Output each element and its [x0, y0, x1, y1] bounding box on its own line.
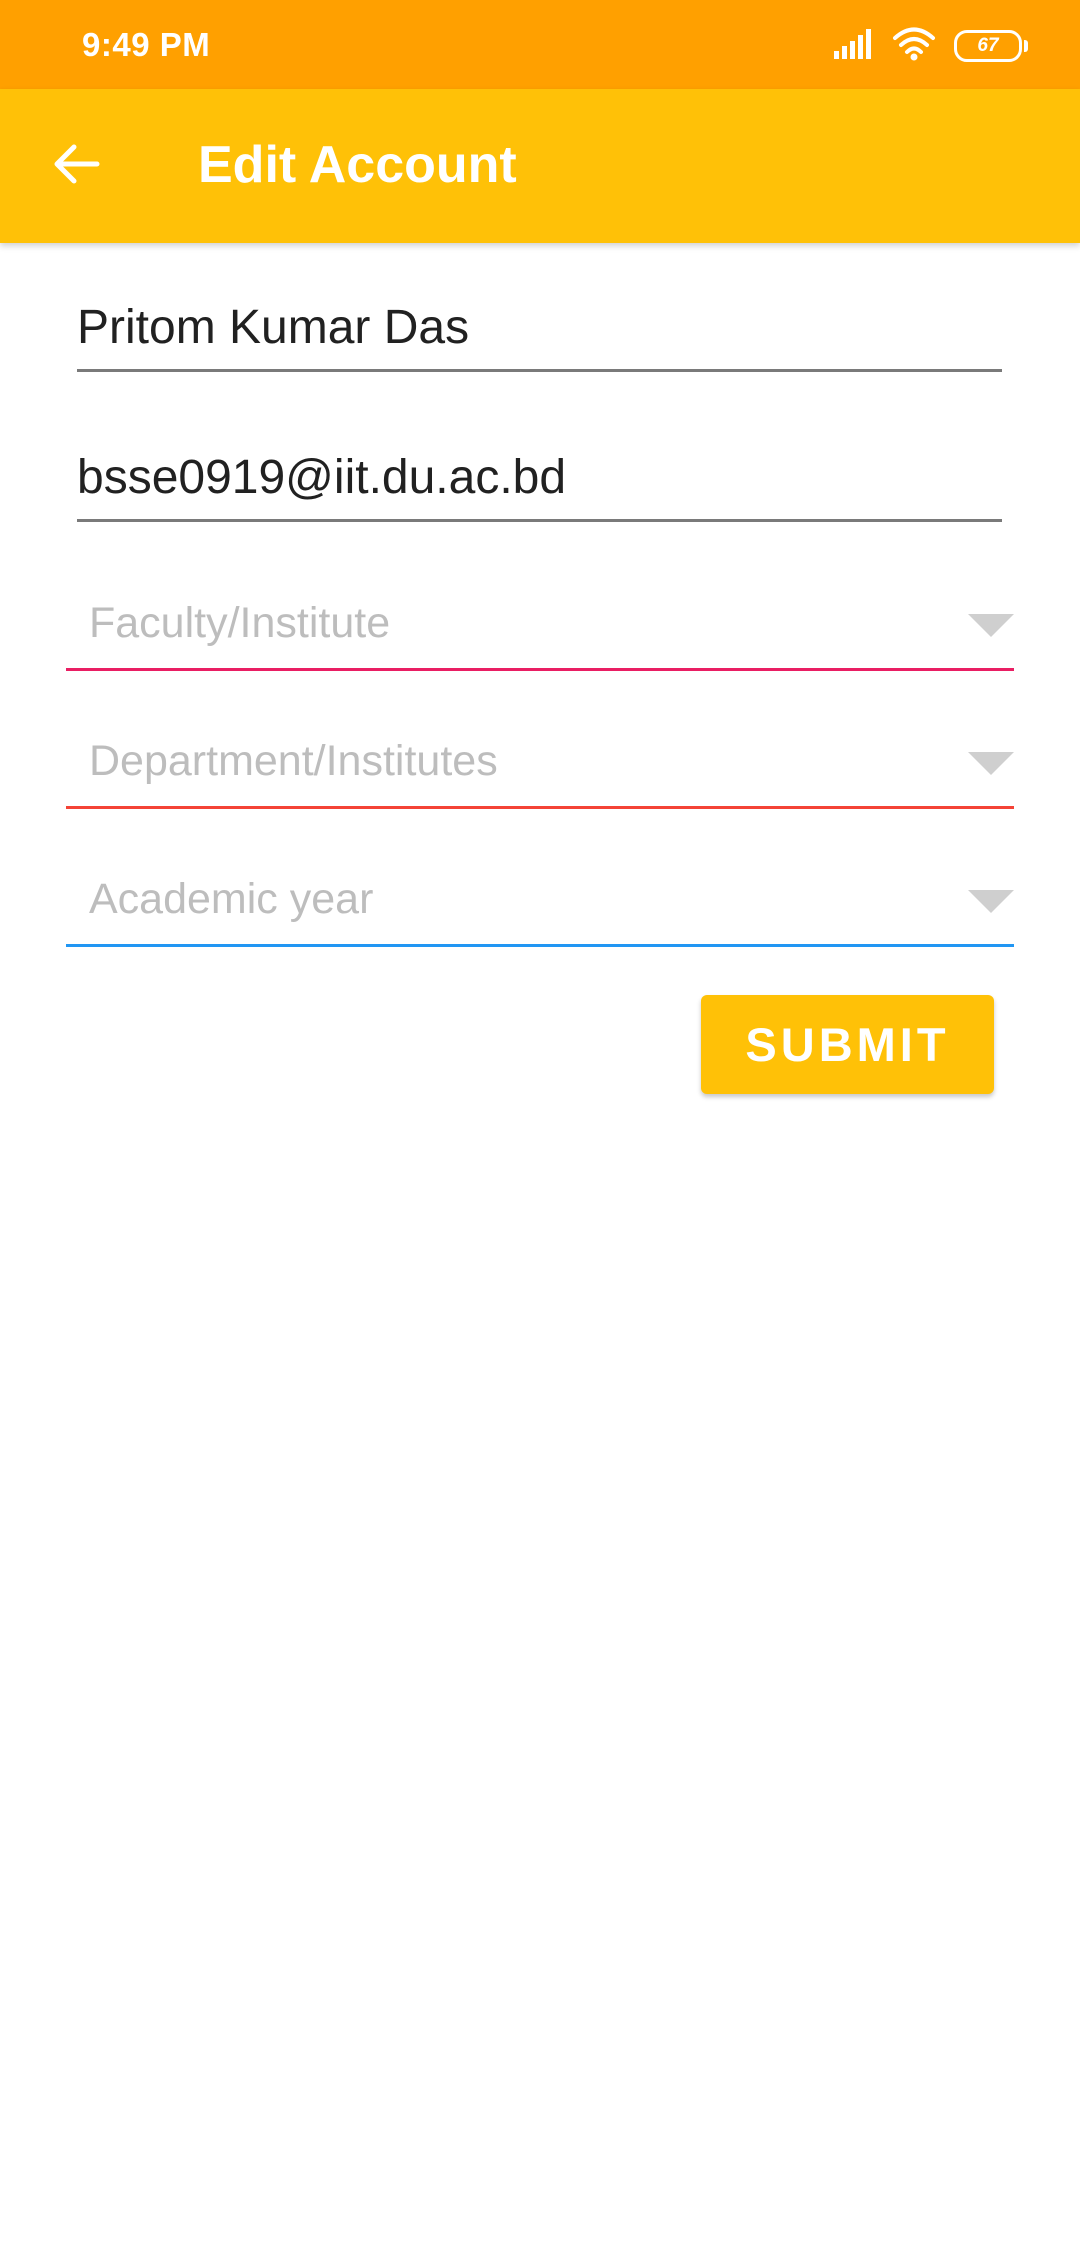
signal-icon [832, 28, 874, 64]
department-dropdown[interactable]: Department/Institutes [66, 709, 1014, 809]
submit-button[interactable]: SUBMIT [701, 995, 994, 1094]
status-bar: 9:49 PM 67 [0, 0, 1080, 89]
faculty-institute-placeholder: Faculty/Institute [89, 599, 391, 647]
dropdown-arrow-icon [968, 752, 1014, 775]
email-input[interactable] [77, 450, 1002, 519]
page-title: Edit Account [198, 136, 517, 194]
academic-year-underline [66, 944, 1014, 947]
dropdown-arrow-icon [968, 614, 1014, 637]
app-bar: Edit Account [0, 89, 1080, 243]
academic-year-dropdown[interactable]: Academic year [66, 847, 1014, 947]
faculty-underline [66, 668, 1014, 671]
email-field-container [77, 450, 1002, 522]
department-placeholder: Department/Institutes [89, 737, 498, 785]
back-button[interactable] [36, 126, 116, 206]
name-input[interactable] [77, 300, 1002, 369]
department-underline [66, 806, 1014, 809]
battery-level: 67 [977, 35, 999, 56]
arrow-left-icon [51, 142, 101, 191]
status-time: 9:49 PM [82, 26, 211, 63]
academic-year-placeholder: Academic year [89, 875, 374, 923]
name-field-container [77, 300, 1002, 372]
wifi-icon [892, 27, 936, 66]
status-icons: 67 [832, 26, 1028, 66]
battery-icon: 67 [954, 30, 1028, 62]
dropdown-arrow-icon [968, 890, 1014, 913]
faculty-institute-dropdown[interactable]: Faculty/Institute [66, 571, 1014, 671]
